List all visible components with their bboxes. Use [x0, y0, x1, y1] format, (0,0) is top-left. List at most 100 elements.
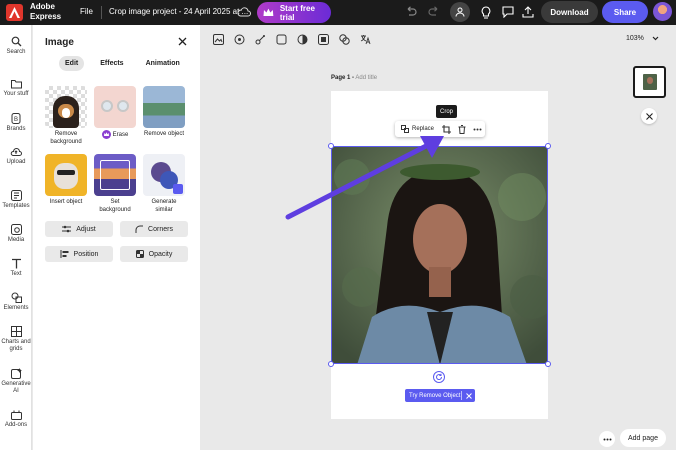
rail-item-add-ons[interactable]: Add-ons — [0, 410, 32, 429]
opacity-icon — [135, 250, 144, 258]
more-options-icon[interactable] — [473, 128, 482, 131]
rail-item-elements[interactable]: Elements — [0, 292, 32, 312]
media-icon — [10, 224, 22, 235]
insert-object-tile[interactable]: Insert object — [45, 154, 87, 206]
divider — [101, 6, 102, 19]
rail-item-templates[interactable]: Templates — [0, 190, 32, 210]
elements-icon — [11, 292, 22, 303]
brand-name: Adobe Express — [30, 2, 62, 21]
try-remove-object-button[interactable]: Try Remove Object — [405, 389, 475, 402]
svg-text:B: B — [14, 117, 18, 123]
tab-animation[interactable]: Animation — [140, 56, 186, 71]
image-tool-icon[interactable] — [211, 32, 225, 46]
generate-similar-tile[interactable]: Generate similar — [143, 154, 185, 214]
shape-icon[interactable] — [274, 32, 288, 46]
page-thumbnail[interactable] — [633, 66, 666, 98]
upload-icon — [10, 148, 22, 156]
download-button[interactable]: Download — [541, 1, 598, 23]
translate-icon[interactable] — [358, 32, 372, 46]
corners-button[interactable]: Corners — [120, 221, 188, 237]
left-rail: Search Your stuff B Brands Upload Templa… — [0, 25, 32, 450]
set-background-tile[interactable]: Set background — [94, 154, 136, 214]
add-title-link[interactable]: Add title — [355, 75, 377, 81]
rail-item-search[interactable]: Search — [0, 36, 32, 56]
share-link-icon[interactable] — [522, 6, 534, 18]
adobe-express-logo-icon[interactable] — [6, 4, 23, 21]
rail-item-generative-ai[interactable]: Generative AI — [0, 368, 32, 395]
resize-handle[interactable] — [545, 361, 551, 367]
premium-crown-icon — [101, 130, 111, 139]
remove-background-tile[interactable]: Remove background — [45, 86, 87, 146]
sliders-icon — [62, 225, 72, 233]
top-bar: Adobe Express File Crop image project - … — [0, 0, 676, 25]
charts-icon — [10, 326, 22, 337]
tab-edit[interactable]: Edit — [59, 56, 85, 71]
close-icon[interactable] — [178, 37, 187, 46]
close-icon[interactable] — [466, 392, 472, 399]
delete-icon[interactable] — [458, 124, 466, 134]
panel-tabs: Edit Effects Animation — [59, 56, 186, 71]
resize-handle[interactable] — [545, 143, 551, 149]
user-avatar[interactable] — [653, 2, 672, 21]
text-icon — [11, 258, 21, 269]
project-title[interactable]: Crop image project - 24 April 2025 at ..… — [109, 7, 248, 16]
insert-object-thumbnail — [45, 154, 87, 196]
image-panel: Image Edit Effects Animation Remove back… — [33, 25, 200, 450]
page-label: Page 1 - Add title — [331, 75, 378, 81]
resize-handle[interactable] — [328, 361, 334, 367]
zoom-level: 103% — [626, 35, 644, 42]
frame-icon[interactable] — [316, 32, 330, 46]
erase-thumbnail — [94, 86, 136, 128]
rail-item-media[interactable]: Media — [0, 224, 32, 244]
generate-similar-thumbnail — [143, 154, 185, 196]
close-icon — [645, 112, 653, 120]
align-icon — [60, 250, 69, 258]
set-background-thumbnail — [94, 154, 136, 196]
erase-tile[interactable]: Erase — [94, 86, 136, 139]
rail-item-text[interactable]: Text — [0, 258, 32, 278]
rotate-icon[interactable] — [433, 371, 445, 383]
rail-item-charts-and-grids[interactable]: Charts and grids — [0, 326, 32, 353]
remove-background-thumbnail — [45, 86, 87, 128]
opacity-button[interactable]: Opacity — [120, 246, 188, 262]
adjust-button[interactable]: Adjust — [45, 221, 113, 237]
person-icon — [455, 7, 465, 17]
templates-icon — [10, 190, 22, 201]
add-page-button[interactable]: Add page — [620, 429, 666, 447]
more-pages-button[interactable] — [599, 431, 615, 447]
search-icon — [11, 36, 21, 47]
annotation-arrow-icon — [285, 136, 444, 220]
crown-icon — [263, 8, 274, 16]
remove-object-tile[interactable]: Remove object — [143, 86, 185, 138]
brand-icon: B — [11, 113, 21, 124]
undo-icon[interactable] — [404, 6, 418, 18]
start-free-trial-button[interactable]: Start free trial — [257, 2, 331, 23]
collaborators-button[interactable] — [450, 2, 470, 22]
effects-icon[interactable] — [232, 32, 246, 46]
corner-radius-icon — [135, 225, 144, 233]
cloud-sync-icon[interactable] — [237, 6, 251, 18]
zoom-control[interactable]: 103% — [626, 35, 659, 42]
layers-icon[interactable] — [337, 32, 351, 46]
share-button[interactable]: Share — [602, 1, 648, 23]
comment-icon[interactable] — [502, 6, 514, 18]
animate-icon[interactable] — [253, 32, 267, 46]
chevron-down-icon — [652, 36, 659, 41]
tab-effects[interactable]: Effects — [94, 56, 129, 71]
crop-tooltip: Crop — [436, 105, 457, 118]
close-pages-button[interactable] — [641, 108, 657, 124]
rail-item-your-stuff[interactable]: Your stuff — [0, 79, 32, 98]
folder-icon — [10, 80, 22, 89]
rail-item-upload[interactable]: Upload — [0, 147, 32, 166]
file-menu[interactable]: File — [80, 7, 93, 16]
mask-icon[interactable] — [295, 32, 309, 46]
position-button[interactable]: Position — [45, 246, 113, 262]
rail-item-brands[interactable]: B Brands — [0, 113, 32, 133]
lightbulb-icon[interactable] — [480, 6, 492, 19]
addons-icon — [10, 410, 22, 420]
redo-icon[interactable] — [427, 6, 441, 18]
more-options-icon — [603, 438, 611, 440]
trial-label: Start free trial — [279, 3, 315, 22]
generative-ai-icon — [10, 368, 22, 379]
remove-object-thumbnail — [143, 86, 185, 128]
